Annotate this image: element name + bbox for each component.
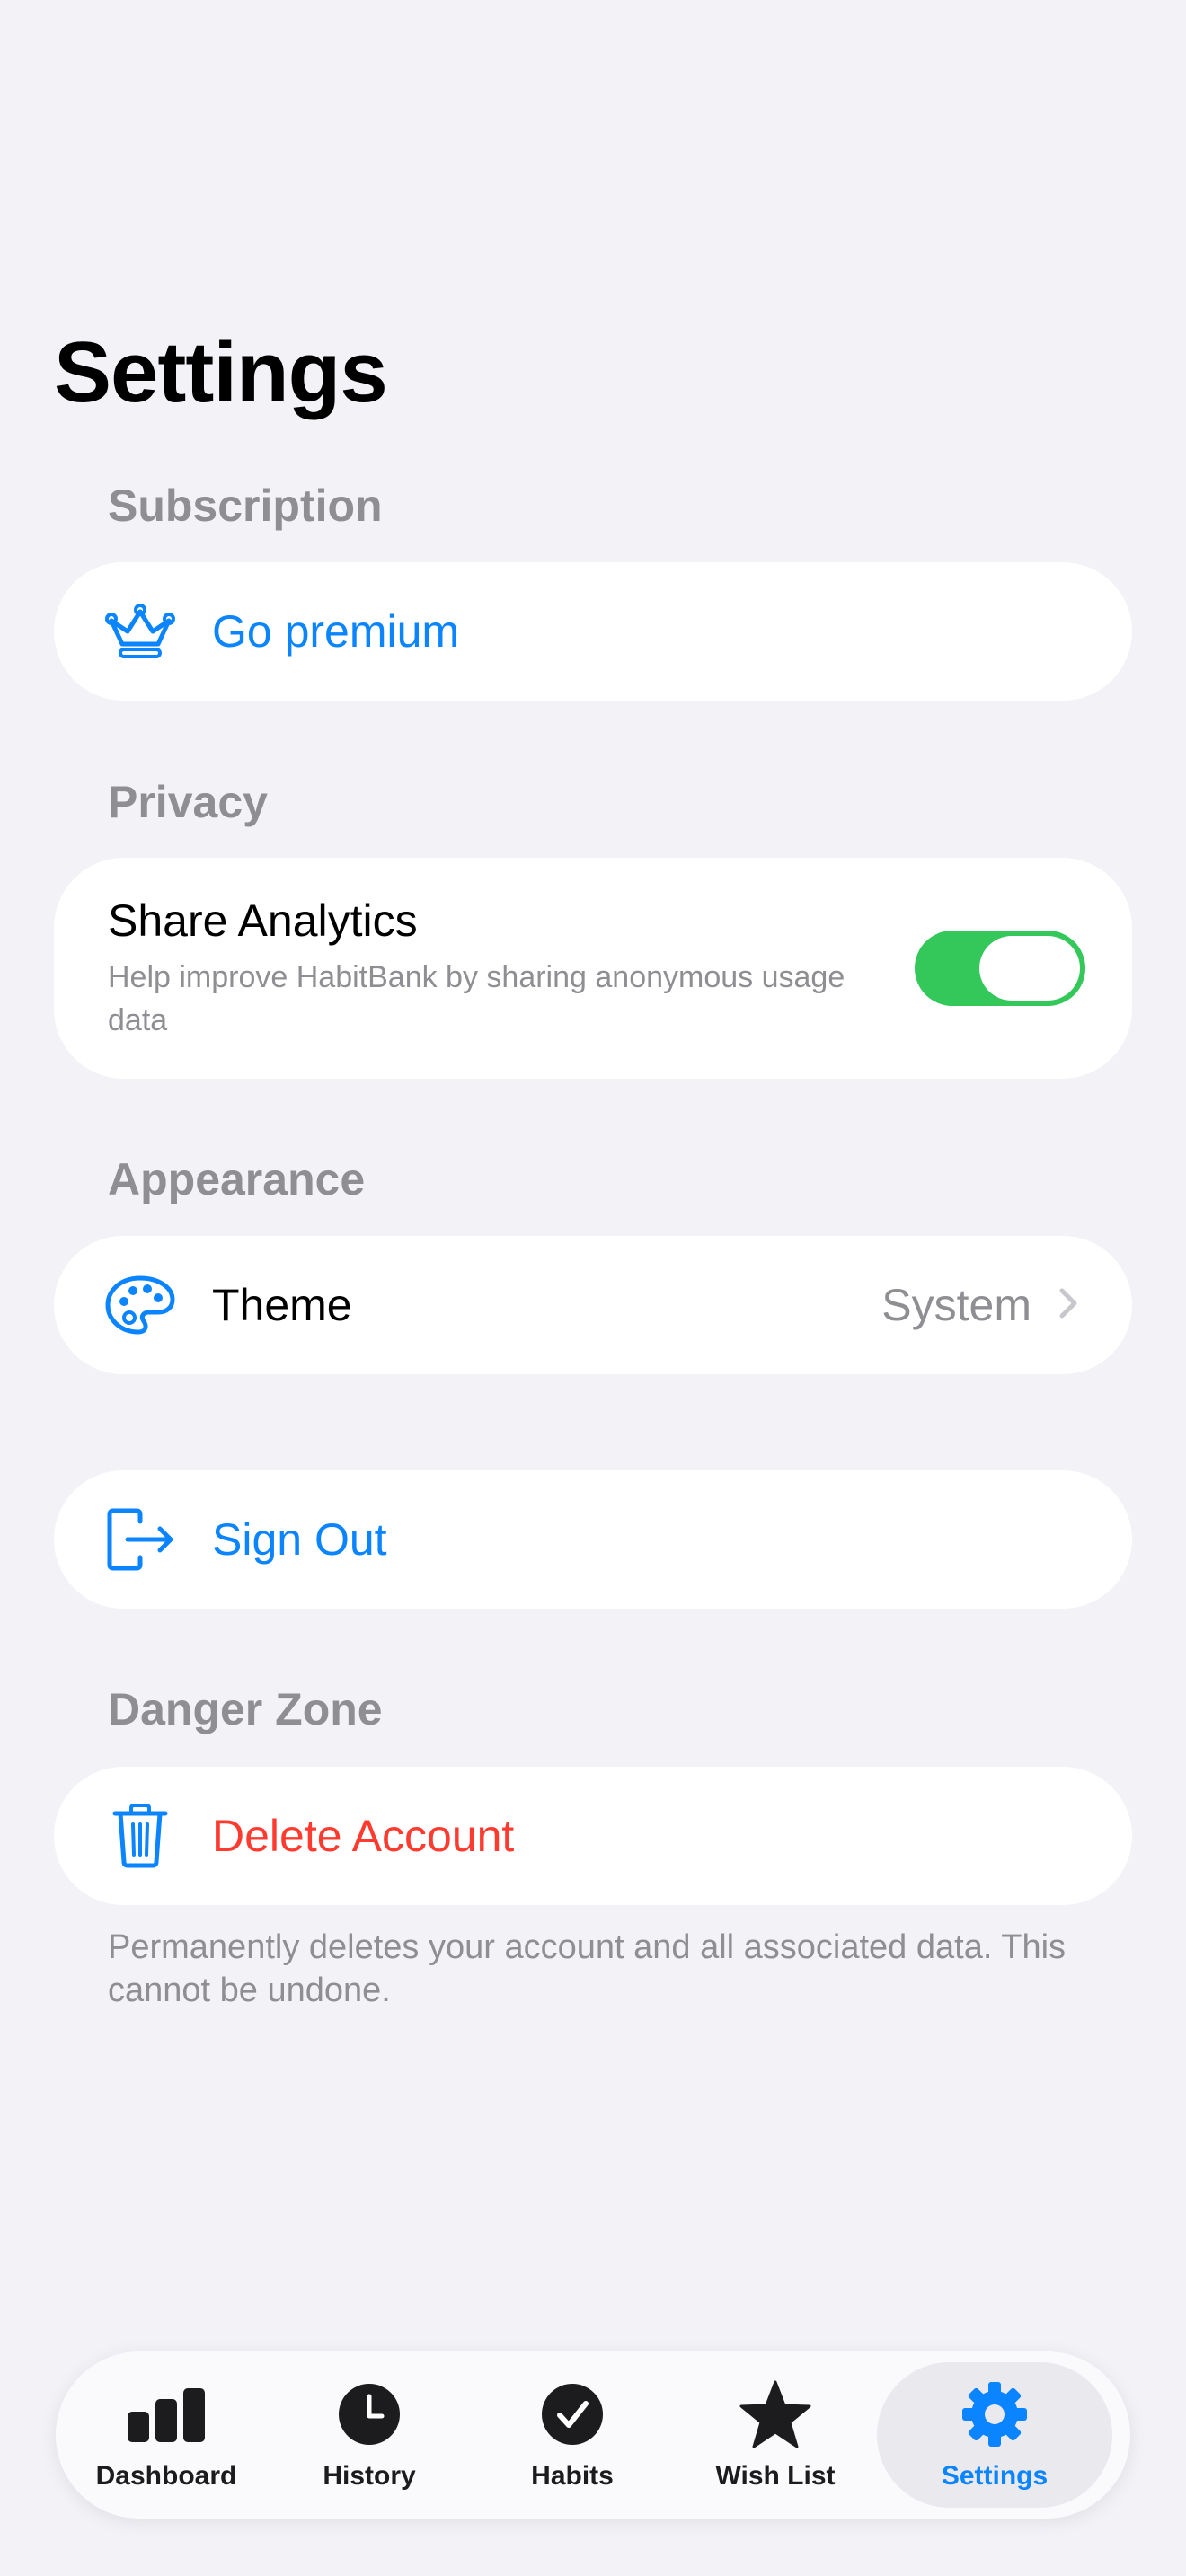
share-analytics-title: Share Analytics	[108, 895, 418, 946]
chevron-right-icon	[1058, 1287, 1078, 1324]
checkmark-circle-icon	[540, 2378, 605, 2450]
section-header-subscription: Subscription	[108, 481, 383, 531]
delete-account-footnote: Permanently deletes your account and all…	[108, 1928, 1067, 2009]
tab-wish-list-label: Wish List	[715, 2461, 836, 2491]
tab-dashboard[interactable]: Dashboard	[65, 2362, 268, 2508]
delete-account-row[interactable]: Delete Account	[54, 1767, 1132, 1905]
tab-bar: Dashboard History Habits Wish List Setti…	[56, 2351, 1130, 2519]
section-header-danger-zone: Danger Zone	[108, 1684, 383, 1734]
clock-icon	[337, 2378, 402, 2450]
trash-icon	[102, 1803, 178, 1869]
tab-dashboard-label: Dashboard	[95, 2461, 237, 2491]
tab-wish-list[interactable]: Wish List	[674, 2362, 877, 2508]
go-premium-label: Go premium	[212, 606, 460, 657]
star-icon	[739, 2378, 811, 2450]
chart-bars-icon	[126, 2378, 207, 2450]
sign-out-row[interactable]: Sign Out	[54, 1470, 1132, 1609]
tab-habits[interactable]: Habits	[471, 2362, 674, 2508]
section-header-privacy: Privacy	[108, 777, 268, 827]
gear-icon	[960, 2378, 1029, 2450]
tab-settings-label: Settings	[941, 2461, 1049, 2491]
theme-row[interactable]: Theme System	[54, 1236, 1132, 1374]
tab-habits-label: Habits	[531, 2461, 614, 2491]
sign-out-icon	[102, 1507, 178, 1572]
tab-history[interactable]: History	[268, 2362, 471, 2508]
delete-account-label: Delete Account	[212, 1811, 515, 1861]
theme-label: Theme	[212, 1280, 352, 1330]
tab-history-label: History	[323, 2461, 416, 2491]
tab-settings[interactable]: Settings	[877, 2362, 1112, 2508]
share-analytics-row: Share Analytics Help improve HabitBank b…	[54, 858, 1132, 1079]
toggle-knob	[979, 936, 1080, 1001]
section-header-appearance: Appearance	[108, 1154, 366, 1204]
share-analytics-toggle[interactable]	[915, 931, 1085, 1006]
share-analytics-subtitle: Help improve HabitBank by sharing anonym…	[108, 960, 845, 1037]
palette-icon	[102, 1275, 178, 1336]
page-title: Settings	[54, 324, 388, 420]
sign-out-label: Sign Out	[212, 1514, 387, 1565]
go-premium-row[interactable]: Go premium	[54, 562, 1132, 701]
crown-icon	[102, 603, 178, 660]
theme-value: System	[881, 1280, 1031, 1330]
